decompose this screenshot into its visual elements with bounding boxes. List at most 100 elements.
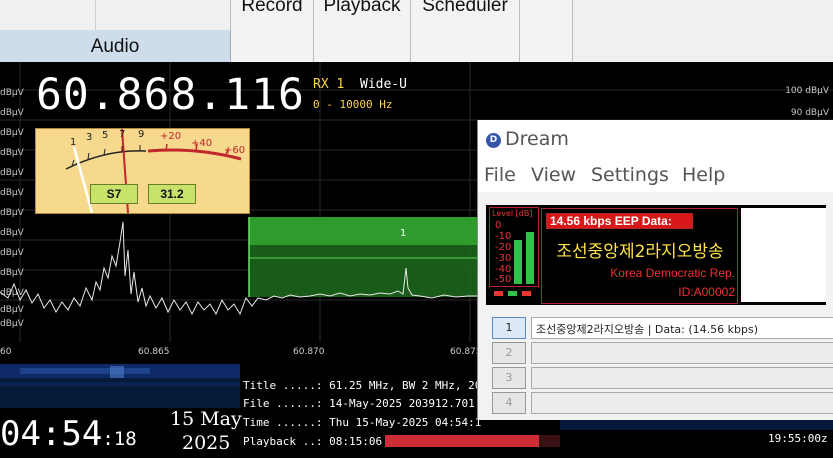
db-label: dBµV xyxy=(0,168,24,178)
menu-settings[interactable]: Settings xyxy=(591,164,669,186)
info-time: Time ......: Thu 15-May-2025 04:54:1 xyxy=(243,416,482,429)
s-scale-label-plus: +40 xyxy=(191,138,213,149)
service-button-2[interactable]: 2 xyxy=(492,342,526,364)
service-button-3[interactable]: 3 xyxy=(492,367,526,389)
date-year: 2025 xyxy=(182,432,231,454)
service-row: 1 조선중앙제2라지오방송 | Data: (14.56 kbps) xyxy=(492,317,833,339)
rx-label: RX 1 xyxy=(313,77,345,92)
bitrate-label: 14.56 kbps EEP Data: xyxy=(546,213,693,229)
service-row: 2 xyxy=(492,342,833,364)
db-label: dBµV xyxy=(0,288,24,298)
station-id: ID:A00002 xyxy=(678,285,735,299)
service-field xyxy=(531,342,833,364)
audio-button[interactable]: Audio xyxy=(0,30,231,62)
db-label: dBµV xyxy=(0,108,24,118)
db-label: dBµV xyxy=(0,305,24,315)
dream-menu-bar: File View Settings Help xyxy=(478,160,833,192)
service-row: 3 xyxy=(492,367,833,389)
db-label: dBµV xyxy=(0,128,24,138)
s-db-box: 31.2 xyxy=(148,184,196,204)
level-bar xyxy=(514,240,522,284)
dream-window: D Dream File View Settings Help Level [d… xyxy=(477,120,833,420)
s-scale-label: 9 xyxy=(138,129,145,140)
clock-seconds: :18 xyxy=(102,428,137,450)
menu-view[interactable]: View xyxy=(531,164,576,186)
menu-file[interactable]: File xyxy=(484,164,516,186)
level-meter: Level [dB] 0 -10 -20 -30 -40 -50 xyxy=(489,207,539,287)
playback-label: Playback xyxy=(323,0,401,16)
s-scale-label: 3 xyxy=(86,132,93,143)
bandwidth-label: 0 - 10000 Hz xyxy=(313,98,393,111)
frequency-axis: 60 60.865 60.870 60.875 xyxy=(0,342,482,364)
scheduler-button[interactable]: Scheduler xyxy=(411,0,520,62)
s-scale-label: 1 xyxy=(70,137,77,148)
s-meter: 1 3 5 7 9 +20 +40 +60 S7 31.2 xyxy=(35,128,250,214)
toolbar: Audio Record Playback Scheduler xyxy=(0,0,833,62)
dream-title-bar[interactable]: D Dream xyxy=(478,120,833,160)
status-led-icon xyxy=(522,291,531,296)
status-led-icon xyxy=(508,291,517,296)
menu-help[interactable]: Help xyxy=(682,164,725,186)
db-label-right: 90 dBµV xyxy=(790,108,829,118)
axis-tick-label: 60.865 xyxy=(138,347,170,357)
info-title: Title .....: 61.25 MHz, BW 2 MHz, 20 xyxy=(243,379,482,392)
db-label: dBµV xyxy=(0,208,24,218)
s-meter-dial xyxy=(65,129,242,213)
passband-top xyxy=(249,217,480,245)
status-led-icon xyxy=(494,291,503,296)
service-field: 조선중앙제2라지오방송 | Data: (14.56 kbps) xyxy=(531,317,833,339)
station-info-box: 14.56 kbps EEP Data: 조선중앙제2라지오방송 Korea D… xyxy=(541,208,738,304)
db-label: dBµV xyxy=(0,228,24,238)
record-label: Record xyxy=(241,0,303,16)
level-tick: -10 xyxy=(495,231,512,242)
level-title: Level [dB] xyxy=(492,209,533,218)
db-label: dBµV xyxy=(0,319,24,329)
level-bar xyxy=(526,232,534,284)
utc-clock: 19:55:00z xyxy=(768,432,828,445)
info-file: File ......: 14-May-2025 203912.701 xyxy=(243,397,475,410)
scheduler-label: Scheduler xyxy=(422,0,508,16)
clock-hm: 04:54 xyxy=(0,414,103,454)
db-label: dBµV xyxy=(0,248,24,258)
s-scale-label-plus: +60 xyxy=(224,145,246,156)
image-panel xyxy=(741,208,826,302)
s-scale-label-plus: +20 xyxy=(160,131,182,142)
toolbar-empty-button[interactable] xyxy=(520,0,573,62)
s-scale-label: 7 xyxy=(119,129,126,140)
info-playback: Playback ..: 08:15:06 xyxy=(243,435,383,448)
country-label: Korea Democratic Rep. xyxy=(610,266,735,280)
service-text: 조선중앙제2라지오방송 | Data: (14.56 kbps) xyxy=(536,323,759,336)
db-label: dBµV xyxy=(0,148,24,158)
record-button[interactable]: Record xyxy=(231,0,314,62)
passband-marker[interactable]: 1 xyxy=(400,228,406,239)
level-tick: -30 xyxy=(495,253,512,264)
s-scale-label: 5 xyxy=(102,130,109,141)
axis-tick-label: 60 xyxy=(0,347,12,357)
waterfall[interactable] xyxy=(0,364,240,410)
date-day-month: 15 May xyxy=(170,408,242,430)
dream-logo-icon: D xyxy=(486,133,501,148)
service-row: 4 xyxy=(492,392,833,414)
playback-progress-bar[interactable] xyxy=(385,435,539,447)
db-label-right: 100 dBµV xyxy=(785,86,829,96)
playback-progress-rest[interactable] xyxy=(539,435,560,447)
level-tick: 0 xyxy=(495,220,502,231)
station-name: 조선중앙제2라지오방송 xyxy=(556,242,724,262)
toolbar-upper-strip xyxy=(0,0,231,30)
clock: 04:54:18 xyxy=(0,414,137,454)
db-label: dBµV xyxy=(0,188,24,198)
service-field xyxy=(531,392,833,414)
mode-label[interactable]: Wide-U xyxy=(360,77,407,92)
db-label: dBµV xyxy=(0,268,24,278)
service-button-4[interactable]: 4 xyxy=(492,392,526,414)
dream-status-display: Level [dB] 0 -10 -20 -30 -40 -50 14.56 k… xyxy=(486,205,826,305)
s-value-box: S7 xyxy=(90,184,138,204)
level-tick: -50 xyxy=(495,274,512,285)
level-tick: -20 xyxy=(495,242,512,253)
dream-window-title: Dream xyxy=(505,128,569,150)
db-label: dBµV xyxy=(0,88,24,98)
frequency-readout[interactable]: 60.868.116 xyxy=(36,70,305,120)
playback-button[interactable]: Playback xyxy=(314,0,411,62)
service-field xyxy=(531,367,833,389)
service-button-1[interactable]: 1 xyxy=(492,317,526,339)
